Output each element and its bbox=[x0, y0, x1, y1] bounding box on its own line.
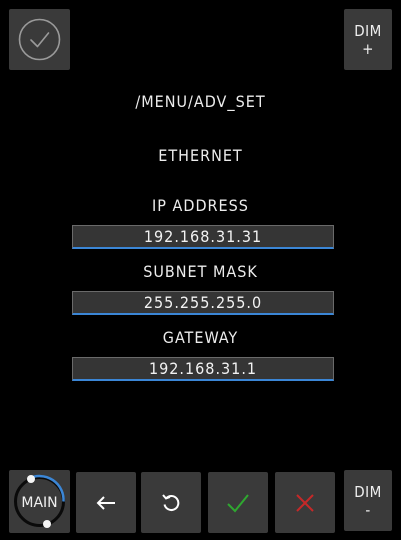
ok-circle-button[interactable] bbox=[9, 9, 70, 70]
cancel-button[interactable] bbox=[275, 472, 335, 533]
main-label: MAIN bbox=[21, 495, 57, 511]
dim-minus-sign: - bbox=[365, 500, 371, 519]
subnet-mask-field[interactable]: 255.255.255.0 bbox=[72, 291, 334, 315]
dim-minus-label: DIM bbox=[354, 482, 382, 501]
menu-path: /MENU/ADV_SET bbox=[135, 92, 266, 111]
close-icon bbox=[296, 493, 314, 512]
main-dial-icon: MAIN bbox=[14, 474, 65, 528]
check-icon bbox=[227, 493, 249, 512]
confirm-button[interactable] bbox=[208, 472, 268, 533]
dim-plus-sign: + bbox=[362, 39, 374, 58]
subnet-mask-label: SUBNET MASK bbox=[143, 262, 258, 281]
gateway-label: GATEWAY bbox=[162, 328, 239, 347]
refresh-icon bbox=[162, 493, 180, 511]
ip-address-label: IP ADDRESS bbox=[152, 196, 249, 215]
dim-plus-button[interactable]: DIM + bbox=[344, 9, 392, 70]
back-button[interactable] bbox=[76, 472, 136, 533]
section-title: ETHERNET bbox=[158, 146, 243, 165]
dim-plus-label: DIM bbox=[354, 21, 382, 40]
arrow-left-icon bbox=[96, 495, 115, 510]
refresh-button[interactable] bbox=[141, 472, 201, 533]
gateway-field[interactable]: 192.168.31.1 bbox=[72, 357, 334, 381]
ip-address-field[interactable]: 192.168.31.31 bbox=[72, 225, 334, 249]
dim-minus-button[interactable]: DIM - bbox=[344, 470, 392, 531]
main-button[interactable]: MAIN bbox=[9, 470, 70, 533]
check-circle-icon bbox=[18, 18, 61, 61]
